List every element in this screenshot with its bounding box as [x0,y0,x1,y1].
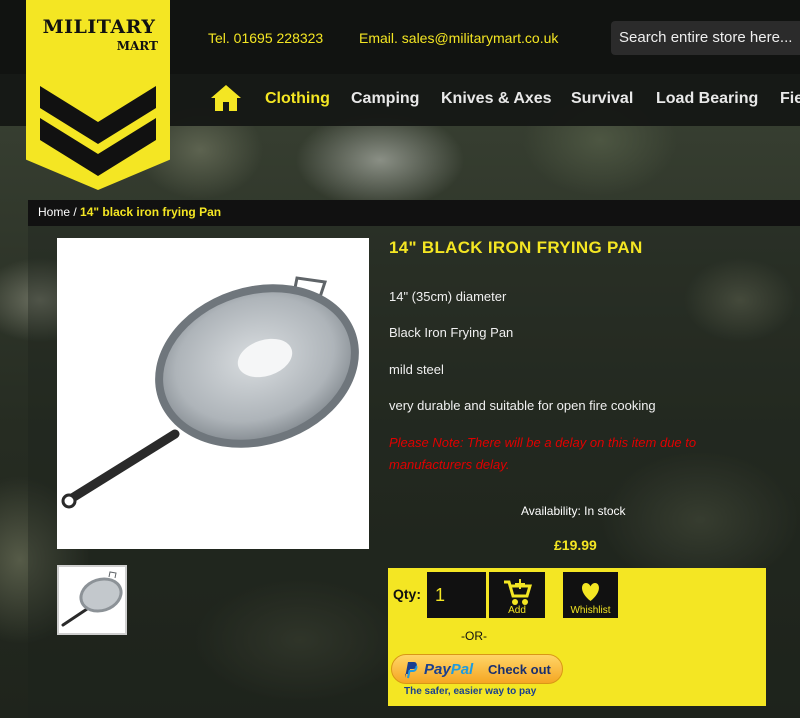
heart-icon [582,583,599,601]
paypal-checkout-button[interactable]: PayPal Check out [391,654,563,684]
phone-number: Tel. 01695 228323 [208,30,324,46]
qty-label: Qty: [393,586,421,602]
paypal-checkout-label: Check out [488,662,551,677]
add-button-label: Add [508,605,526,616]
breadcrumb: Home / 14" black iron frying Pan [28,200,800,226]
wishlist-button[interactable]: Whishlist [563,572,618,618]
nav-item-clothing[interactable]: Clothing [265,90,330,108]
home-icon[interactable] [210,84,242,117]
product-price: £19.99 [554,537,597,553]
breadcrumb-home[interactable]: Home [38,205,70,219]
nav-item-knives-axes[interactable]: Knives & Axes [441,90,552,108]
paypal-brand: PayPal [424,661,473,678]
product-thumbnail[interactable] [57,565,127,635]
nav-item-field[interactable]: Fie [780,90,800,108]
logo-text-line2: MART [116,39,158,53]
search-input[interactable]: Search entire store here... [611,21,800,55]
wishlist-button-label: Whishlist [570,605,611,616]
availability-status: Availability: In stock [521,504,626,518]
product-feature: 14" (35cm) diameter [389,289,507,304]
breadcrumb-current: 14" black iron frying Pan [80,205,222,219]
product-feature: Black Iron Frying Pan [389,325,514,340]
cart-icon [504,579,533,605]
add-to-cart-button[interactable]: Add [489,572,545,618]
chevron-rank-icon [40,86,156,176]
product-title: 14" BLACK IRON FRYING PAN [389,238,643,257]
nav-item-survival[interactable]: Survival [571,90,633,108]
breadcrumb-separator: / [70,205,81,219]
qty-input[interactable]: 1 [427,572,486,618]
delay-note: Please Note: There will be a delay on th… [389,435,697,472]
site-logo[interactable]: MILITARY MART [26,0,170,190]
email-address[interactable]: Email. sales@militarymart.co.uk [359,30,558,46]
product-image[interactable] [57,238,369,549]
nav-item-camping[interactable]: Camping [351,90,419,108]
logo-text-line1: MILITARY [42,16,156,38]
paypal-p-icon [405,662,418,679]
or-divider: -OR- [461,629,487,643]
product-feature: mild steel [389,362,444,377]
product-feature: very durable and suitable for open fire … [389,398,656,413]
paypal-tagline: The safer, easier way to pay [404,686,537,697]
nav-item-load-bearing[interactable]: Load Bearing [656,90,758,108]
paypal-brand-pay: Pay [424,661,451,678]
paypal-brand-pal: Pal [450,661,474,678]
